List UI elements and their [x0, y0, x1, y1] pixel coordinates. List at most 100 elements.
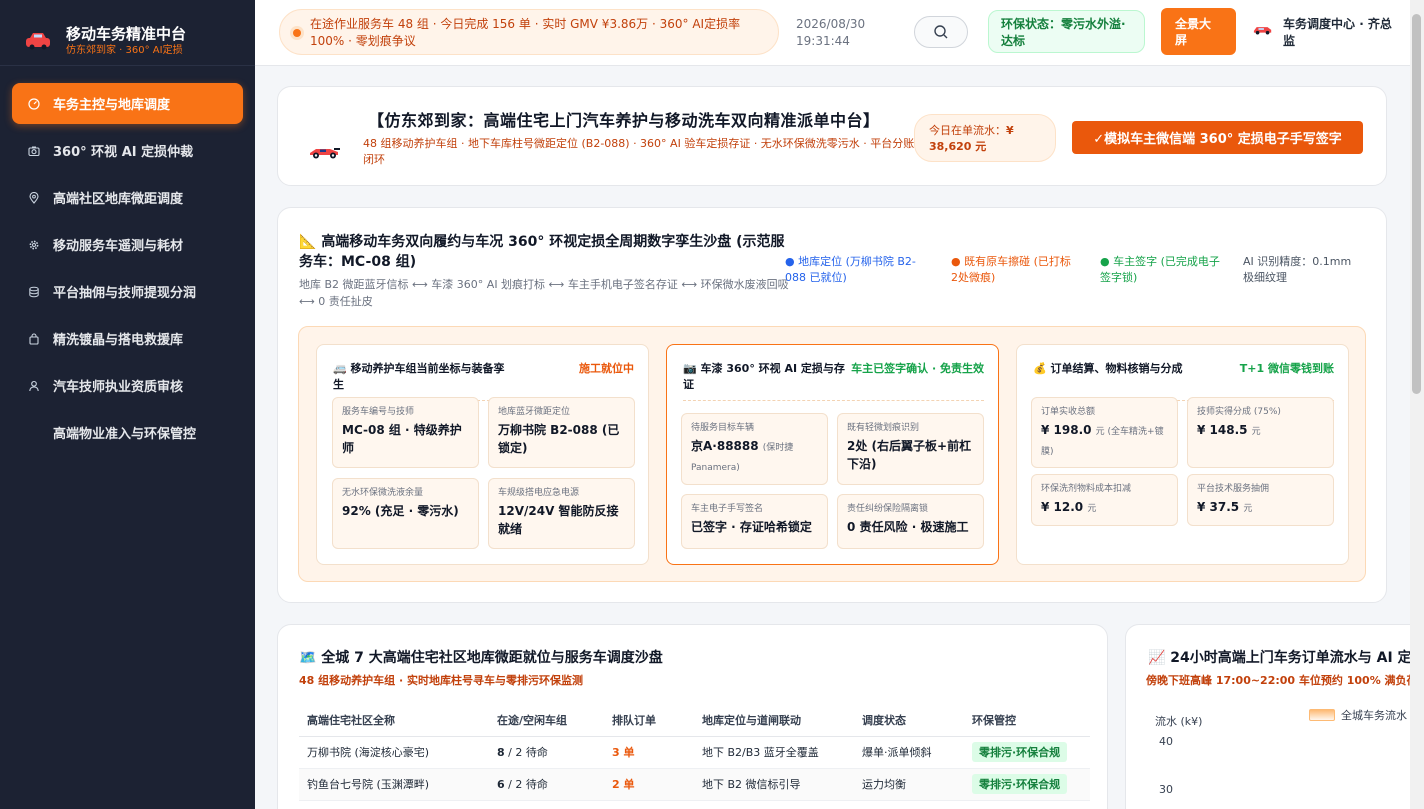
sidebar-item-detailing[interactable]: 精洗镀晶与搭电救援库 [12, 318, 243, 359]
info-cell: 车规级搭电应急电源 12V/24V 智能防反接就绪 [488, 478, 635, 549]
column-header: 地库定位与道闸联动 [694, 705, 854, 737]
sidebar-item-telemetry[interactable]: 移动服务车遥测与耗材 [12, 224, 243, 265]
sidebar-item-property[interactable]: 高端物业准入与环保管控 [12, 412, 243, 453]
sidebar-item-dispatch[interactable]: 车务主控与地库调度 [12, 83, 243, 124]
legend-swatch [1309, 709, 1335, 721]
sidebar: 移动车务精准中台 仿东郊到家 · 360° AI定损 车务主控与地库调度 360… [0, 0, 255, 809]
hero-card: 【仿东郊到家：高端住宅上门汽车养护与移动洗车双向精准派单中台】 48 组移动养护… [277, 86, 1387, 186]
panel-status: 施工就位中 [579, 362, 634, 375]
sidebar-item-garage[interactable]: 高端社区地库微距调度 [12, 177, 243, 218]
info-cell: 技师实得分成 (75%) ¥ 148.5 元 [1187, 397, 1334, 468]
column-header: 在途/空闲车组 [489, 705, 604, 737]
camera-icon [28, 145, 40, 157]
digital-twin-card: 📐 高端移动车务双向履约与车况 360° 环视定损全周期数字孪生沙盘 (示范服务… [277, 207, 1387, 603]
shopping-bag-icon [28, 332, 40, 345]
column-header: 排队订单 [604, 705, 694, 737]
sidebar-item-label: 车务主控与地库调度 [53, 98, 171, 113]
user-profile[interactable]: 车务调度中心 · 齐总监 [1253, 16, 1393, 50]
twin-title: 📐 高端移动车务双向履约与车况 360° 环视定损全周期数字孪生沙盘 (示范服务… [299, 234, 785, 270]
panel-heading: 📷 车漆 360° 环视 AI 定损与存证 [683, 362, 845, 391]
search-icon [934, 25, 948, 39]
column-header: 环保管控 [964, 705, 1090, 737]
info-cell: 平台技术服务抽佣 ¥ 37.5 元 [1187, 474, 1334, 526]
simulate-sign-button[interactable]: ✓模拟车主微信端 360° 定损电子手写签字 [1072, 121, 1363, 154]
current-time: 19:31:44 [796, 34, 850, 48]
trend-subtitle: 傍晚下班高峰 17:00~22:00 车位预约 100% 满负荷 [1146, 674, 1410, 687]
race-car-icon [310, 148, 340, 159]
sidebar-item-label: 360° 环视 AI 定损仲裁 [53, 145, 194, 160]
map-subtitle: 48 组移动养护车组 · 实时地库柱号寻车与零排污环保监测 [299, 674, 583, 687]
hero-description: 48 组移动养护车组 · 地下车库柱号微距定位 (B2-088) · 360° … [363, 137, 915, 166]
user-name: 车务调度中心 · 齐总监 [1283, 17, 1392, 48]
car-logo-icon [26, 32, 50, 49]
dashboard-icon [28, 97, 40, 110]
column-header: 高端住宅社区全称 [299, 705, 489, 737]
settlement-panel: 💰 订单结算、物料核销与分成 T+1 微信零钱到账 订单实收总额 ¥ 198.0 … [1016, 344, 1349, 565]
env-status-badge: 环保状态：零污水外溢·达标 [988, 10, 1145, 53]
search-button[interactable] [914, 16, 968, 48]
table-row[interactable] [299, 800, 1090, 809]
brand: 移动车务精准中台 仿东郊到家 · 360° AI定损 [0, 0, 255, 66]
user-icon [28, 380, 40, 392]
sidebar-item-technician[interactable]: 汽车技师执业资质审核 [12, 365, 243, 406]
sidebar-item-label: 移动服务车遥测与耗材 [53, 239, 184, 254]
twin-stage: 🚐 移动养护车组当前坐标与装备孪生 施工就位中 服务车编号与技师 MC-08 组 … [298, 326, 1366, 582]
ai-damage-panel: 📷 车漆 360° 环视 AI 定损与存证 车主已签字确认 · 免责生效 待服务… [666, 344, 999, 565]
scrollbar-thumb[interactable] [1412, 14, 1421, 394]
location-pin-icon [28, 191, 40, 204]
live-dot-icon [293, 29, 301, 37]
fullscreen-button[interactable]: 全景大屏 [1161, 8, 1236, 55]
y-axis-label: 流水 (k¥) [1155, 715, 1203, 728]
sidebar-item-label: 平台抽佣与技师提现分润 [53, 286, 197, 301]
table-row[interactable]: 钓鱼台七号院 (玉渊潭畔) 6 / 2 待命 2 单 地下 B2 微信标引导 运… [299, 768, 1090, 801]
map-title: 🗺️ 全城 7 大高端住宅社区地库微距就位与服务车调度沙盘 [299, 650, 663, 666]
sidebar-item-ai-damage[interactable]: 360° 环视 AI 定损仲裁 [12, 130, 243, 171]
column-header: 调度状态 [854, 705, 964, 737]
community-map-card: 🗺️ 全城 7 大高端住宅社区地库微距就位与服务车调度沙盘 48 组移动养护车组… [277, 624, 1108, 809]
twin-chain: 地库 B2 微距蓝牙信标 ⟷ 车漆 360° AI 划痕打标 ⟷ 车主手机电子签… [299, 278, 789, 308]
info-cell: 车主电子手写签名 已签字 · 存证哈希锁定 [681, 494, 828, 549]
legend-garage: ● 地库定位 (万柳书院 B2-088 已就位) [785, 255, 916, 284]
info-cell: 既有轻微划痕识别 2处 (右后翼子板+前杠下沿) [837, 413, 984, 485]
topbar: 在途作业服务车 48 组 · 今日完成 156 单 · 实时 GMV ¥3.86… [255, 0, 1410, 66]
info-cell: 待服务目标车辆 京A·88888 (保时捷 Panamera) [681, 413, 828, 485]
gear-icon [28, 239, 40, 251]
sidebar-nav: 车务主控与地库调度 360° 环视 AI 定损仲裁 高端社区地库微距调度 移动服… [0, 66, 255, 453]
community-table: 高端住宅社区全称 在途/空闲车组 排队订单 地库定位与道闸联动 调度状态 环保管… [299, 705, 1090, 809]
today-flow-badge: 今日在单流水：¥ 38,620 元 [914, 114, 1056, 162]
legend-signature: ● 车主签字 (已完成电子签字锁) [1100, 255, 1220, 284]
info-cell: 责任纠纷保险隔离锁 0 责任风险 · 极速施工 [837, 494, 984, 549]
info-cell: 订单实收总额 ¥ 198.0 元 (全车精洗+镀膜) [1031, 397, 1178, 468]
table-header-row: 高端住宅社区全称 在途/空闲车组 排队订单 地库定位与道闸联动 调度状态 环保管… [299, 705, 1090, 737]
sidebar-item-commission[interactable]: 平台抽佣与技师提现分润 [12, 271, 243, 312]
brand-title: 移动车务精准中台 [66, 24, 187, 43]
main-content: 【仿东郊到家：高端住宅上门汽车养护与移动洗车双向精准派单中台】 48 组移动养护… [255, 66, 1410, 809]
datetime: 2026/08/30 19:31:44 [796, 16, 865, 50]
chart-legend: 全城车务流水 [1309, 707, 1407, 723]
info-cell: 服务车编号与技师 MC-08 组 · 特级养护师 [332, 397, 479, 468]
sidebar-item-label: 高端物业准入与环保管控 [53, 427, 197, 442]
panel-heading: 🚐 移动养护车组当前坐标与装备孪生 [333, 362, 505, 391]
trend-card: 📈 24小时高端上门车务订单流水与 AI 定损 傍晚下班高峰 17:00~22:… [1125, 624, 1410, 809]
sidebar-item-label: 汽车技师执业资质审核 [53, 380, 184, 395]
panel-heading: 💰 订单结算、物料核销与分成 [1033, 362, 1183, 375]
panel-status: 车主已签字确认 · 免责生效 [851, 362, 984, 375]
hero-title: 【仿东郊到家：高端住宅上门汽车养护与移动洗车双向精准派单中台】 [368, 111, 880, 130]
page-scrollbar[interactable] [1410, 0, 1424, 809]
current-date: 2026/08/30 [796, 17, 866, 31]
trend-title: 📈 24小时高端上门车务订单流水与 AI 定损 [1148, 650, 1410, 666]
ruler-icon: 📐 [299, 234, 317, 250]
database-icon [28, 286, 40, 298]
y-tick-label: 30 [1159, 783, 1173, 796]
info-cell: 无水环保微洗液余量 92% (充足 · 零污水) [332, 478, 479, 549]
panel-status: T+1 微信零钱到账 [1239, 362, 1334, 375]
live-ticker: 在途作业服务车 48 组 · 今日完成 156 单 · 实时 GMV ¥3.86… [279, 9, 779, 55]
info-cell: 环保洗剂物料成本扣减 ¥ 12.0 元 [1031, 474, 1178, 526]
env-badge: 零排污·环保合规 [972, 742, 1068, 762]
car-avatar-icon [1253, 27, 1272, 35]
sidebar-item-label: 精洗镀晶与搭电救援库 [53, 333, 184, 348]
legend-scratch: ● 既有原车擦碰 (已打标 2处微痕) [951, 255, 1071, 284]
vehicle-panel: 🚐 移动养护车组当前坐标与装备孪生 施工就位中 服务车编号与技师 MC-08 组 … [316, 344, 649, 565]
env-badge: 零排污·环保合规 [972, 774, 1068, 794]
table-row[interactable]: 万柳书院 (海淀核心豪宅) 8 / 2 待命 3 单 地下 B2/B3 蓝牙全覆… [299, 736, 1090, 769]
